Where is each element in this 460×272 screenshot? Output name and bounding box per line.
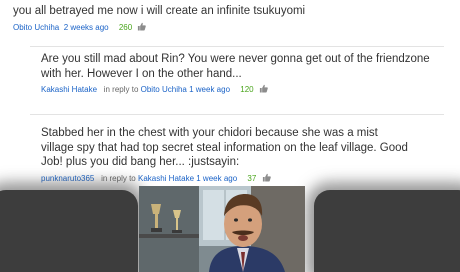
- vote-count: 260: [118, 22, 133, 32]
- comment-time-link[interactable]: 2 weeks ago: [64, 23, 109, 32]
- reply-to-link[interactable]: Kakashi Hatake: [138, 174, 194, 183]
- thumbs-up-icon[interactable]: [259, 84, 268, 96]
- vote-count: 37: [247, 173, 257, 183]
- reply-prefix: in reply to: [103, 85, 139, 94]
- comment-text: you all betrayed me now i will create an…: [13, 5, 306, 17]
- comment-text: Stabbed her in the chest with your chido…: [41, 127, 408, 168]
- comment-time-link[interactable]: 1 week ago: [196, 174, 237, 183]
- vote-count: 120: [240, 85, 254, 94]
- comment-2: Are you still mad about Rin? You were ne…: [41, 52, 441, 96]
- comment-divider: [30, 46, 444, 47]
- comment-meta: punknaruto365 in reply to Kakashi Hatake…: [41, 173, 411, 185]
- comment-author-link[interactable]: Obito Uchiha: [13, 23, 59, 32]
- comment-text: Are you still mad about Rin? You were ne…: [41, 53, 430, 80]
- reaction-image: [139, 186, 305, 272]
- comment-author-link[interactable]: Kakashi Hatake: [41, 85, 97, 94]
- blurred-panel-left: [0, 190, 138, 272]
- thumbs-up-icon[interactable]: [262, 173, 271, 185]
- comment-divider: [30, 114, 444, 115]
- comment-meta: Kakashi Hatake in reply to Obito Uchiha …: [41, 84, 441, 96]
- comment-3: Stabbed her in the chest with your chido…: [41, 126, 411, 185]
- reply-to-link[interactable]: Obito Uchiha: [141, 85, 187, 94]
- reply-prefix: in reply to: [101, 173, 136, 183]
- blurred-panel-right: [314, 190, 460, 272]
- comment-author-link[interactable]: punknaruto365: [41, 174, 94, 183]
- comment-meta: Obito Uchiha 2 weeks ago 260: [13, 22, 453, 34]
- comment-time-link[interactable]: 1 week ago: [189, 85, 230, 94]
- reaction-image-strip: [0, 186, 460, 272]
- thumbs-up-icon[interactable]: [137, 22, 147, 34]
- comment-1: you all betrayed me now i will create an…: [13, 4, 453, 34]
